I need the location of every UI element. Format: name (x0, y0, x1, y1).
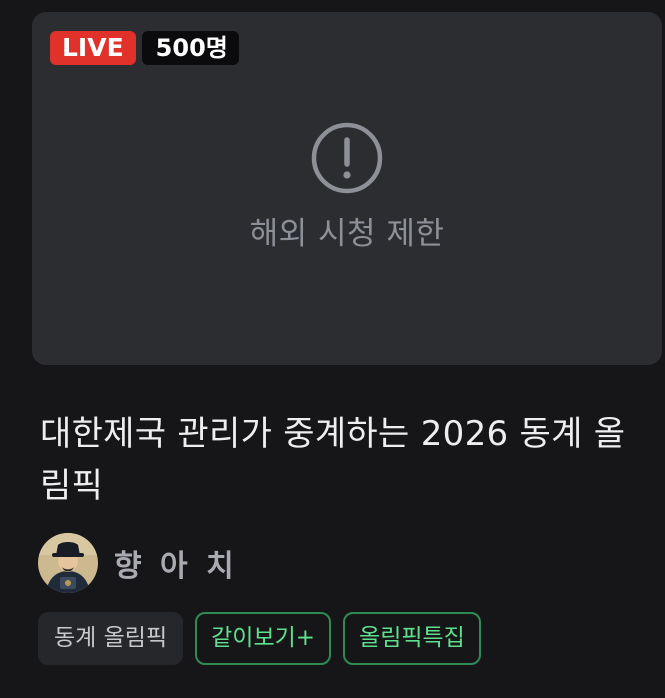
stream-card[interactable]: LIVE 500명 해외 시청 제한 대한제국 관리가 중계하는 2026 동계… (0, 0, 665, 698)
avatar[interactable] (38, 533, 98, 593)
stream-thumbnail[interactable]: LIVE 500명 해외 시청 제한 (32, 12, 662, 365)
tag-olympic-special[interactable]: 올림픽특집 (343, 612, 481, 665)
region-restriction-notice: 해외 시청 제한 (32, 120, 662, 253)
live-badge: LIVE (50, 31, 136, 65)
tag-list: 동계 올림픽 같이보기+ 올림픽특집 (38, 612, 481, 665)
channel-info[interactable]: 향 아 치 (38, 533, 238, 593)
alert-circle-icon (311, 122, 383, 194)
channel-name[interactable]: 향 아 치 (114, 541, 238, 585)
tag-category[interactable]: 동계 올림픽 (38, 612, 184, 665)
tag-watch-together[interactable]: 같이보기+ (195, 612, 332, 665)
restriction-text: 해외 시청 제한 (249, 216, 445, 252)
stream-title[interactable]: 대한제국 관리가 중계하는 2026 동계 올림픽 (40, 408, 640, 512)
thumbnail-badges: LIVE 500명 (50, 31, 239, 65)
viewer-count-badge: 500명 (141, 31, 239, 65)
